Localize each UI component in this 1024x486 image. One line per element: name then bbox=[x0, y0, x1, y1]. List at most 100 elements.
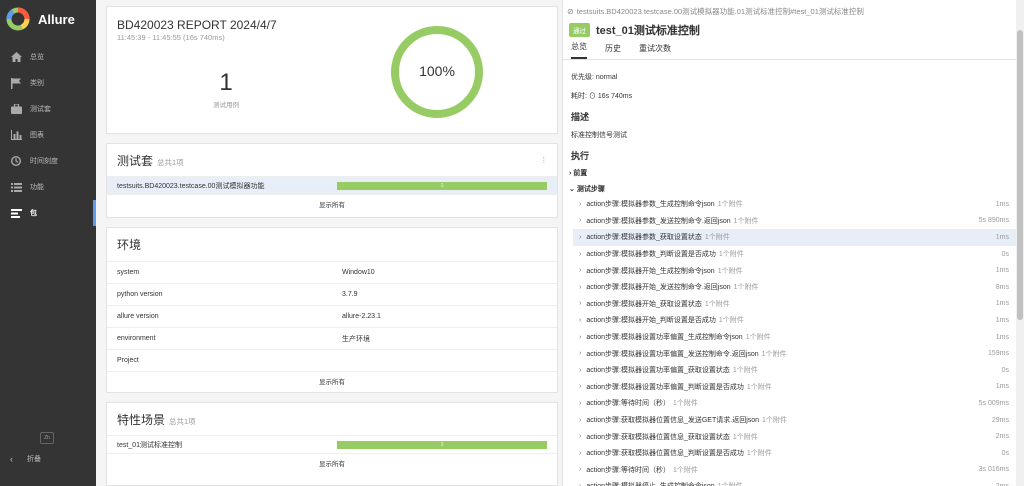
env-value: Window10 bbox=[342, 269, 375, 276]
sidebar-item-label: 图表 bbox=[30, 132, 44, 139]
step-duration: 0s bbox=[1001, 250, 1009, 258]
step-row[interactable]: ›action步骤:模拟器停止_生成控制命令json1个附件2ms bbox=[573, 478, 1017, 486]
chevron-right-icon: › bbox=[579, 300, 582, 308]
step-row[interactable]: › action步骤:模拟器开始_发送控制命令.返回json 1个附件 8ms bbox=[573, 279, 1017, 296]
sidebar-item-categories[interactable]: 类别 bbox=[0, 70, 96, 96]
drag-handle-icon[interactable]: ⁞ bbox=[542, 155, 545, 165]
description-text: 标准控制信号测试 bbox=[571, 132, 627, 139]
step-name: action步骤:模拟器开始_发送控制命令.返回json bbox=[586, 284, 731, 292]
step-row[interactable]: › action步骤:模拟器参数_发送控制命令.返回json 1个附件 5s 890m… bbox=[573, 213, 1017, 230]
step-attachments: 1个附件 bbox=[718, 317, 744, 325]
step-name: action步骤:模拟器开始_判断设置是否成功 bbox=[586, 317, 716, 325]
scrollbar-thumb[interactable] bbox=[1017, 30, 1023, 320]
suites-title: 测试套 总共1项 bbox=[107, 152, 194, 169]
env-key: allure version bbox=[117, 313, 159, 320]
sidebar-item-suites[interactable]: 测试套 bbox=[0, 96, 96, 122]
sidebar-item-label: 类别 bbox=[30, 80, 44, 87]
chevron-right-icon: › bbox=[579, 250, 582, 258]
sidebar-item-overview[interactable]: 总览 bbox=[0, 44, 96, 70]
step-attachments: 1个附件 bbox=[761, 350, 787, 358]
environment-show-all[interactable]: 显示所有 bbox=[107, 371, 557, 389]
test-case-count: 1 bbox=[219, 69, 233, 96]
step-row[interactable]: › action步骤:获取模拟器位置信息_获取设置状态 1个附件 2ms bbox=[573, 428, 1017, 445]
execution-title: 执行 bbox=[571, 151, 590, 161]
feature-name: test_01测试标准控制 bbox=[117, 441, 182, 449]
step-row[interactable]: › action步骤:模拟器设置功率偏置_生成控制命令json 1个附件 1ms bbox=[573, 329, 1017, 346]
step-row[interactable]: › action步骤:模拟器设置功率偏置_获取设置状态 1个附件 0s bbox=[573, 362, 1017, 379]
link-icon[interactable]: ⊘ bbox=[567, 7, 574, 16]
step-duration: 1ms bbox=[995, 333, 1009, 341]
step-name: action步骤:获取模拟器位置信息_判断设置是否成功 bbox=[586, 450, 744, 458]
sidebar-item-graphs[interactable]: 图表 bbox=[0, 122, 96, 148]
step-row[interactable]: › action步骤:模拟器设置功率偏置_发送控制命令.返回json 1个附件 159… bbox=[573, 345, 1017, 362]
list-icon bbox=[10, 181, 22, 193]
step-row[interactable]: › action步骤:等待时间（秒） 1个附件 5s 009ms bbox=[573, 395, 1017, 412]
clock-icon bbox=[10, 155, 22, 167]
step-duration: 29ms bbox=[991, 416, 1009, 424]
step-row[interactable]: › action步骤:模拟器开始_生成控制命令json 1个附件 1ms bbox=[573, 262, 1017, 279]
brand[interactable]: Allure bbox=[0, 0, 96, 38]
step-duration: 1ms bbox=[995, 233, 1009, 241]
chevron-right-icon: › bbox=[579, 350, 582, 358]
step-name: action步骤:模拟器设置功率偏置_发送控制命令.返回json bbox=[586, 350, 759, 358]
step-row[interactable]: › action步骤:模拟器参数_判断设置是否成功 1个附件 0s bbox=[573, 246, 1017, 263]
sidebar-item-behaviors[interactable]: 功能 bbox=[0, 174, 96, 200]
step-row[interactable]: › action步骤:模拟器参数_生成控制命令json 1个附件 1ms bbox=[573, 196, 1017, 213]
setup-toggle[interactable]: › 前置 bbox=[569, 168, 587, 178]
step-row[interactable]: › action步骤:模拟器开始_判断设置是否成功 1个附件 1ms bbox=[573, 312, 1017, 329]
sidebar-item-packages[interactable]: 包 bbox=[0, 200, 96, 226]
briefcase-icon bbox=[10, 103, 22, 115]
scrollbar[interactable] bbox=[1016, 0, 1024, 486]
step-row[interactable]: › action步骤:模拟器参数_获取设置状态 1个附件 1ms bbox=[573, 229, 1017, 246]
step-duration: 159ms bbox=[987, 350, 1009, 358]
step-name: action步骤:模拟器参数_发送控制命令.返回json bbox=[586, 217, 731, 225]
chevron-right-icon: › bbox=[579, 217, 582, 225]
priority-text: 优先级: normal bbox=[571, 74, 618, 81]
step-row[interactable]: › action步骤:获取模拟器位置信息_判断设置是否成功 1个附件 0s bbox=[573, 445, 1017, 462]
sidebar-item-timeline[interactable]: 时间刻度 bbox=[0, 148, 96, 174]
sidebar: Allure 总览 类别 测试套 图表 时间刻度 功能 包 Zh ‹ 折叠 bbox=[0, 0, 96, 486]
step-row[interactable]: › action步骤:获取模拟器位置信息_发送GET请求.返回json 1个附件 29… bbox=[573, 412, 1017, 429]
step-name: action步骤:等待时间（秒） bbox=[586, 466, 670, 474]
step-name: action步骤:等待时间（秒） bbox=[586, 400, 670, 408]
duration-text: 耗时: ⊙ 16s 740ms bbox=[571, 93, 633, 100]
chevron-left-icon: ‹ bbox=[10, 454, 13, 464]
chevron-right-icon: › bbox=[579, 383, 582, 391]
step-row[interactable]: › action步骤:等待时间（秒） 1个附件 3s 016ms bbox=[573, 462, 1017, 479]
step-attachments: 1个附件 bbox=[718, 481, 743, 486]
sidebar-item-label: 功能 bbox=[30, 184, 44, 191]
suite-row[interactable]: testsuits.BD420023.testcase.00测试模拟器功能 1 bbox=[107, 176, 557, 194]
env-key: system bbox=[117, 269, 140, 276]
env-value: 3.7.9 bbox=[342, 291, 358, 298]
tab-overview[interactable]: 总览 bbox=[571, 41, 587, 59]
collapse-button[interactable]: ‹ 折叠 bbox=[10, 454, 41, 464]
features-show-all[interactable]: 显示所有 bbox=[107, 453, 557, 471]
step-attachments: 1个附件 bbox=[704, 300, 730, 308]
tab-history[interactable]: 历史 bbox=[605, 43, 621, 59]
step-attachments: 1个附件 bbox=[733, 284, 759, 292]
allure-logo-icon bbox=[6, 7, 30, 31]
step-attachments: 1个附件 bbox=[704, 234, 730, 242]
suites-show-all[interactable]: 显示所有 bbox=[107, 194, 557, 212]
test-steps-toggle[interactable]: ⌄ 测试步骤 bbox=[569, 184, 605, 194]
env-row: system Window10 bbox=[107, 261, 557, 283]
env-key: python version bbox=[117, 291, 163, 298]
packages-icon bbox=[10, 207, 22, 219]
step-row[interactable]: › action步骤:模拟器开始_获取设置状态 1个附件 1ms bbox=[573, 296, 1017, 313]
step-duration: 1ms bbox=[995, 383, 1009, 391]
features-title-text: 特性场景 bbox=[117, 412, 166, 427]
bar-chart-icon bbox=[10, 129, 22, 141]
step-attachments: 1个附件 bbox=[717, 201, 743, 209]
step-attachments: 1个附件 bbox=[732, 367, 758, 375]
chevron-right-icon: › bbox=[579, 200, 582, 208]
description-title: 描述 bbox=[571, 112, 590, 122]
sidebar-item-label: 时间刻度 bbox=[30, 158, 58, 165]
feature-row[interactable]: test_01测试标准控制 1 bbox=[107, 435, 557, 453]
suites-subtitle: 总共1项 bbox=[157, 157, 184, 167]
tab-retries[interactable]: 重试次数 bbox=[639, 43, 671, 59]
test-steps-label: 测试步骤 bbox=[576, 186, 605, 193]
language-button[interactable]: Zh bbox=[40, 432, 54, 444]
step-row[interactable]: › action步骤:模拟器设置功率偏置_判断设置是否成功 1个附件 1ms bbox=[573, 379, 1017, 396]
feature-status-bar: 1 bbox=[337, 440, 547, 449]
env-row: python version 3.7.9 bbox=[107, 283, 557, 305]
